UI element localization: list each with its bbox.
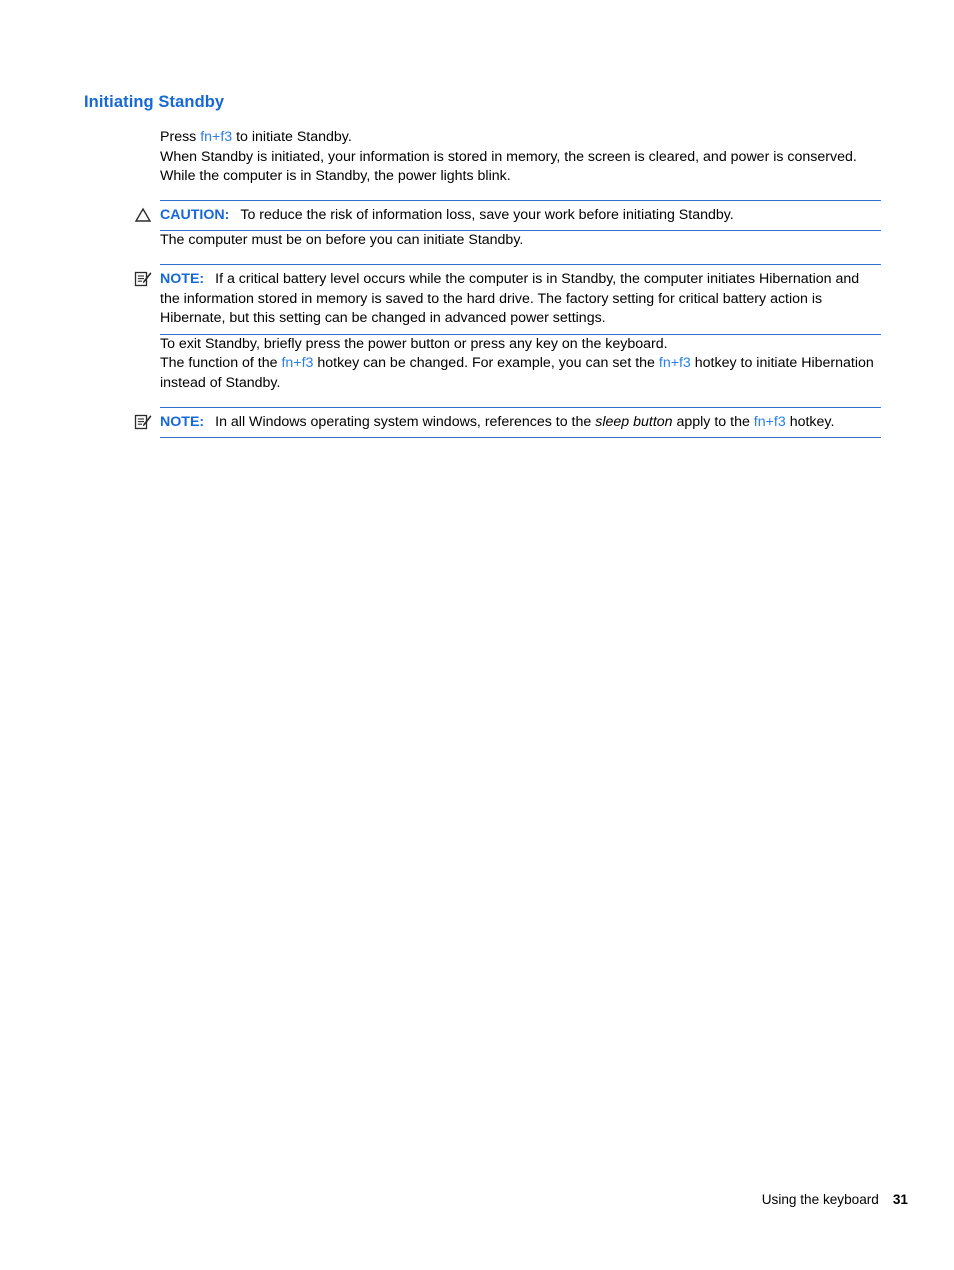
footer-page-number: 31	[892, 1192, 908, 1207]
hotkey-link-fn-f3-third[interactable]: fn+f3	[659, 355, 691, 371]
note-text-prefix: In all Windows operating system windows,…	[215, 413, 596, 430]
paragraph-press-hotkey: Press fn+f3 to initiate Standby.	[160, 128, 881, 148]
hotkey-link-fn-f3[interactable]: fn+f3	[200, 129, 232, 145]
note-label: NOTE:	[160, 270, 205, 287]
caution-text: To reduce the risk of information loss, …	[240, 206, 734, 223]
footer-section-title: Using the keyboard	[761, 1192, 879, 1207]
document-page: Initiating Standby Press fn+f3 to initia…	[0, 0, 954, 1270]
function-middle-text: hotkey can be changed. For example, you …	[313, 355, 659, 372]
note-pencil-icon	[134, 271, 152, 287]
note-pencil-icon	[134, 414, 152, 430]
page-footer: Using the keyboard 31	[0, 1192, 908, 1207]
note-text-middle: apply to the	[672, 413, 754, 430]
paragraph-standby-description: When Standby is initiated, your informat…	[160, 148, 857, 185]
page-title: Initiating Standby	[84, 93, 225, 111]
note-label: NOTE:	[160, 413, 205, 430]
caution-block: CAUTION: To reduce the risk of informatio…	[134, 199, 881, 232]
press-suffix-text: to initiate Standby.	[232, 129, 352, 145]
caution-label: CAUTION:	[160, 206, 230, 223]
document-body: Press fn+f3 to initiate Standby. When St…	[134, 128, 881, 439]
paragraph-computer-must-be-on: The computer must be on before you can i…	[160, 232, 524, 249]
paragraph-hotkey-function: The function of the fn+f3 hotkey can be …	[160, 354, 881, 393]
note-text-suffix: hotkey.	[785, 413, 835, 430]
paragraph-exit-standby: To exit Standby, briefly press the power…	[160, 335, 668, 352]
note-block-battery: NOTE: If a critical battery level occurs …	[134, 263, 881, 335]
hotkey-link-fn-f3-fourth[interactable]: fn+f3	[754, 414, 786, 430]
function-prefix-text: The function of the	[160, 355, 282, 372]
sleep-button-term: sleep button	[595, 413, 673, 430]
hotkey-link-fn-f3-second[interactable]: fn+f3	[281, 355, 313, 371]
press-prefix-text: Press	[160, 129, 201, 145]
note-block-sleep-button: NOTE: In all Windows operating system win…	[134, 406, 881, 439]
warning-triangle-icon	[134, 207, 152, 223]
note-text: If a critical battery level occurs while…	[160, 270, 860, 327]
